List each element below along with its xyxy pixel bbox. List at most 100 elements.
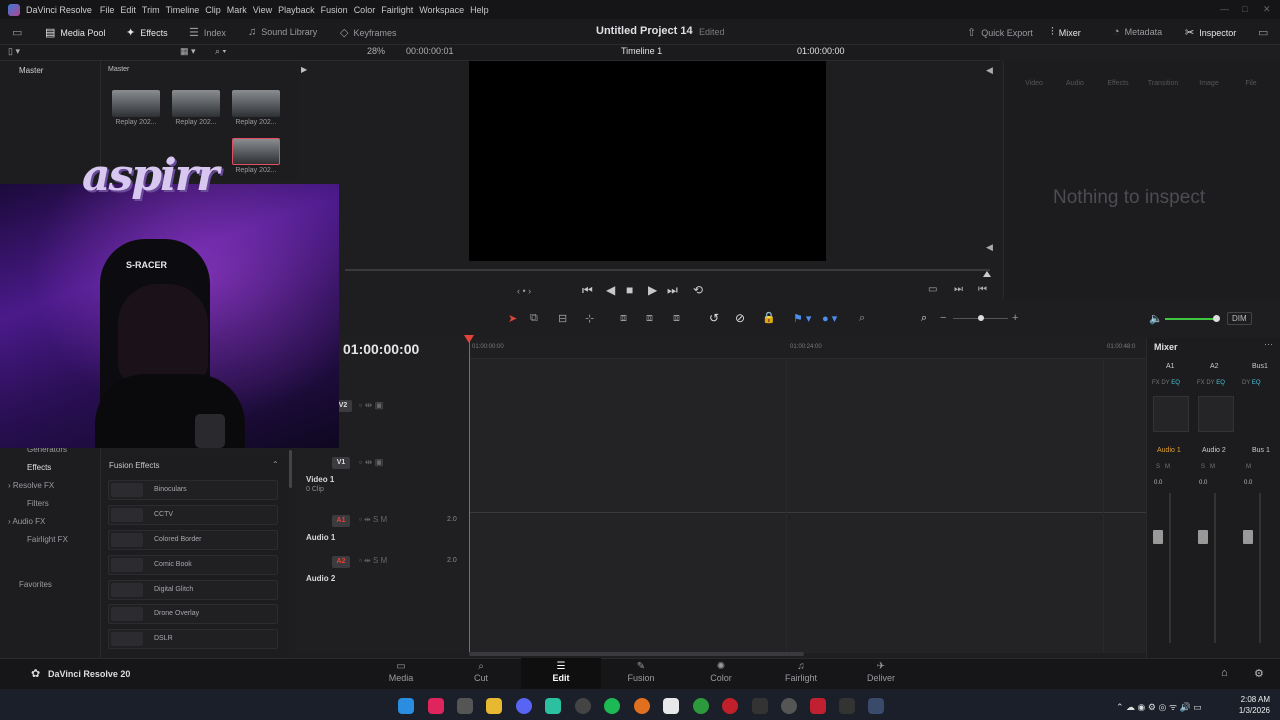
taskbar-app-icon[interactable] [810,698,826,714]
index-button[interactable]: ☰ Index [189,26,226,39]
replace-clip-icon[interactable]: ⧈ [673,312,680,325]
flag-icon[interactable]: ⚑ ▾ [793,312,811,325]
inspector-tab-file[interactable]: File [1231,80,1271,87]
timeline-scrollbar[interactable] [469,652,804,656]
taskbar-app-icon[interactable] [781,698,797,714]
page-tab-fairlight[interactable]: Fairlight [776,673,826,683]
zoom-out-icon[interactable]: − [940,312,946,324]
mixer-fader[interactable] [1198,530,1208,544]
menu-mark[interactable]: Mark [227,5,253,15]
track-badge-a1[interactable]: A1 [332,515,350,527]
prev-edit-icon[interactable]: ⏮ [978,284,987,295]
track-lock-icon[interactable]: ▫ ⇹ ▣ [359,400,383,411]
track-lock-icon[interactable]: ▫ ⇹ ▣ [359,457,383,468]
master-volume-slider[interactable] [1165,318,1217,320]
menu-edit[interactable]: Edit [120,5,142,15]
effect-item[interactable]: CCTV [108,505,278,525]
trim-tool-icon[interactable]: ⧉ [530,312,538,325]
zoom-slider-handle[interactable] [978,315,984,321]
clip-thumbnail[interactable] [172,90,220,117]
effect-item[interactable]: Colored Border [108,530,278,550]
effects-category-favorites[interactable]: Favorites [19,580,52,589]
timeline-tracks-area[interactable] [469,359,1146,653]
menu-color[interactable]: Color [354,5,382,15]
discord-icon[interactable] [516,698,532,714]
page-tab-deliver[interactable]: Deliver [856,673,906,683]
mixer-eq-graph[interactable] [1153,396,1189,432]
scrubber-handle[interactable] [983,271,991,277]
gear-icon[interactable]: ⚙ [1254,667,1264,680]
davinci-resolve-taskbar-icon[interactable] [868,698,884,714]
linked-selection-icon[interactable]: ⊘ [735,311,745,325]
next-edit-icon[interactable]: ⏭ [954,284,963,295]
bin-master-label[interactable]: Master [19,66,43,75]
menu-view[interactable]: View [253,5,278,15]
page-tab-cut[interactable]: Cut [456,673,506,683]
inspector-tab-audio[interactable]: Audio [1055,80,1095,87]
inspector-button[interactable]: ✂ Inspector [1185,26,1236,39]
opera-icon[interactable] [722,698,738,714]
mixer-fx-row[interactable]: FX DY EQ [1197,380,1225,386]
lock-icon[interactable]: 🔒 [762,311,776,324]
viewer-screen[interactable] [469,61,826,261]
mixer-solo-mute[interactable]: M [1246,464,1251,470]
master-volume-handle[interactable] [1213,315,1220,322]
mixer-solo-mute[interactable]: S M [1201,464,1215,470]
menu-playback[interactable]: Playback [278,5,321,15]
effect-item[interactable]: Binoculars [108,480,278,500]
jog-control[interactable]: ‹ • › [517,286,531,296]
home-icon[interactable]: ⌂ [1221,667,1228,679]
playhead-handle[interactable] [464,335,474,343]
taskbar-app-icon[interactable] [545,698,561,714]
dim-button[interactable]: DIM [1227,312,1252,325]
mixer-fx-row[interactable]: FX DY EQ [1152,380,1180,386]
clip-thumbnail[interactable] [232,90,280,117]
viewer-out-icon[interactable]: ◀ [986,242,993,253]
track-badge-a2[interactable]: A2 [332,556,350,568]
menu-fairlight[interactable]: Fairlight [381,5,419,15]
mixer-fx-row[interactable]: DY EQ [1242,380,1261,386]
mixer-fader[interactable] [1243,530,1253,544]
mixer-eq-graph[interactable] [1198,396,1234,432]
firefox-icon[interactable] [634,698,650,714]
page-tab-edit[interactable]: Edit [536,673,586,683]
volume-icon[interactable]: 🔈 [1149,312,1163,325]
clip-thumbnail[interactable] [112,90,160,117]
sidebar-toggle-icon[interactable]: ▯ ▾ [8,46,20,57]
menu-clip[interactable]: Clip [205,5,227,15]
minimize-icon[interactable]: — [1220,4,1229,14]
effects-button[interactable]: ✦ Effects [126,26,168,39]
effects-category-effects[interactable]: Effects [27,463,51,472]
menu-timeline[interactable]: Timeline [166,5,206,15]
xbox-icon[interactable] [693,698,709,714]
snapping-icon[interactable]: ↺ [709,311,719,325]
mixer-fader[interactable] [1153,530,1163,544]
zoom-custom-icon[interactable]: ⌕ [921,312,927,325]
timeline-name-dropdown[interactable]: Timeline 1 [621,46,662,56]
effects-scrollbar[interactable] [289,450,292,488]
mixer-button[interactable]: ⫶ Mixer [1051,26,1081,39]
effect-item[interactable]: DSLR [108,629,278,649]
first-frame-icon[interactable]: ⏮ [582,283,593,298]
keyframes-button[interactable]: ◇ Keyframes [340,26,396,39]
grid-view-icon[interactable]: ▦ ▾ [180,46,196,57]
taskbar-app-icon[interactable] [752,698,768,714]
track-controls[interactable]: ▫ ⇹ S M [359,515,387,524]
play-icon[interactable]: ▶ [648,283,657,297]
track-controls[interactable]: ▫ ⇹ S M [359,556,387,565]
menu-workspace[interactable]: Workspace [419,5,470,15]
collapse-panel-icon[interactable]: ▶ [301,65,307,74]
spotify-icon[interactable] [604,698,620,714]
maximize-icon[interactable]: □ [1242,4,1247,14]
menu-fusion[interactable]: Fusion [321,5,354,15]
dynamic-trim-icon[interactable]: ⊟ [558,312,567,325]
menu-file[interactable]: File [100,5,121,15]
blade-tool-icon[interactable]: ⊹ [585,312,594,325]
zoom-fit-icon[interactable]: ⌕ [859,312,865,325]
effects-category-filters[interactable]: Filters [27,499,49,508]
media-pool-button[interactable]: ▤ Media Pool [45,26,105,39]
stop-icon[interactable]: ■ [626,283,633,297]
insert-clip-icon[interactable]: ⧈ [620,312,627,325]
page-tab-media[interactable]: Media [376,673,426,683]
zoom-in-icon[interactable]: + [1012,312,1018,324]
